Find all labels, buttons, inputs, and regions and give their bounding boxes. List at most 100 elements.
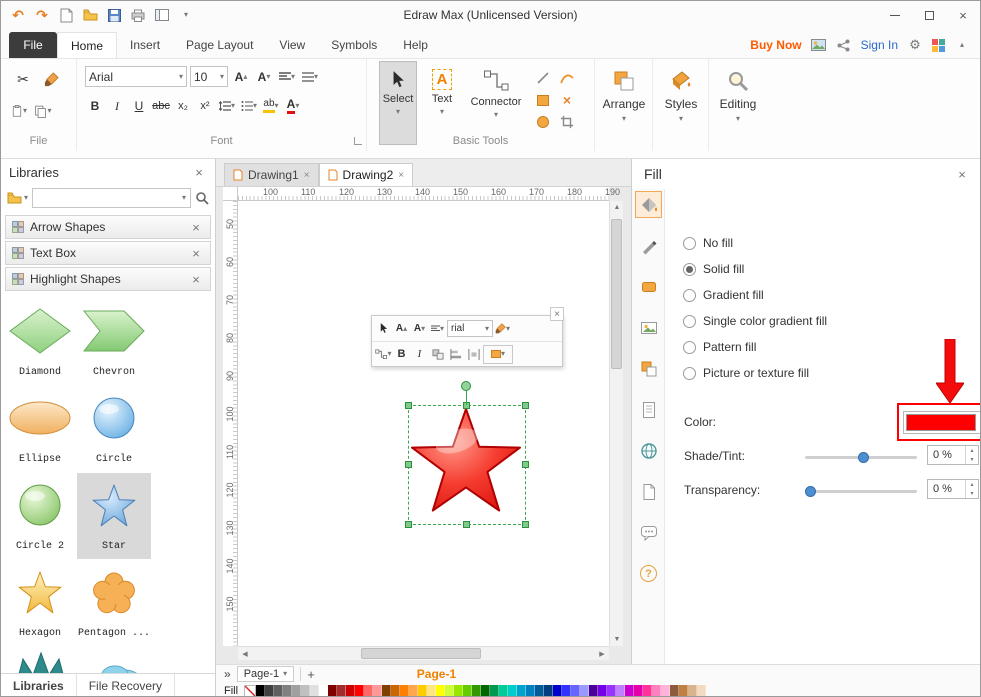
vertical-scroll-thumb[interactable] xyxy=(611,219,622,369)
palette-swatch[interactable] xyxy=(616,685,625,697)
palette-swatch[interactable] xyxy=(409,685,418,697)
print-icon[interactable] xyxy=(129,6,147,24)
shrink-font-button[interactable]: A▾ xyxy=(254,67,274,87)
fill-option[interactable]: No fill xyxy=(683,235,733,251)
palette-swatch[interactable] xyxy=(652,685,661,697)
library-shape-diamond[interactable]: Diamond xyxy=(3,299,77,385)
collapse-ribbon-icon[interactable]: ▴ xyxy=(954,37,970,53)
palette-swatch[interactable] xyxy=(625,685,634,697)
maximize-button[interactable] xyxy=(912,1,946,29)
palette-swatch[interactable] xyxy=(670,685,679,697)
palette-swatch[interactable] xyxy=(454,685,463,697)
grow-font-button[interactable]: A▴ xyxy=(231,67,251,87)
italic-button[interactable]: I xyxy=(107,96,127,116)
addons-icon[interactable] xyxy=(932,39,945,52)
gear-icon[interactable]: ⚙ xyxy=(907,37,923,53)
section-arrow-shapes[interactable]: Arrow Shapes × xyxy=(5,215,211,239)
tab-file[interactable]: File xyxy=(9,32,57,58)
palette-swatch[interactable] xyxy=(499,685,508,697)
fill-panel-close-icon[interactable]: × xyxy=(954,167,970,182)
library-shape-chevron[interactable]: Chevron xyxy=(77,299,151,385)
mini-align-shapes-icon[interactable] xyxy=(447,345,464,364)
palette-swatch[interactable] xyxy=(643,685,652,697)
palette-swatch[interactable] xyxy=(373,685,382,697)
mini-grow-font-button[interactable]: A▴ xyxy=(393,319,410,338)
mini-font-combo[interactable]: rial▾ xyxy=(447,320,493,337)
palette-swatch[interactable] xyxy=(535,685,544,697)
scroll-right-icon[interactable]: ▶ xyxy=(595,647,609,661)
palette-swatch[interactable] xyxy=(355,685,364,697)
spin-down-icon[interactable]: ▾ xyxy=(966,455,978,464)
strikethrough-button[interactable]: abc xyxy=(151,96,171,116)
palette-swatch[interactable] xyxy=(337,685,346,697)
section-highlight-shapes[interactable]: Highlight Shapes × xyxy=(5,267,211,291)
library-shape-star[interactable]: Star xyxy=(77,473,151,559)
minimize-button[interactable] xyxy=(878,1,912,29)
palette-swatch[interactable] xyxy=(364,685,373,697)
selection-handle[interactable] xyxy=(463,521,470,528)
add-page-button[interactable]: + xyxy=(307,667,315,682)
library-shape-ellipse[interactable]: Ellipse xyxy=(3,386,77,472)
ellipse-tool-icon[interactable] xyxy=(531,111,555,133)
page-nav-icon[interactable]: » xyxy=(224,667,231,681)
palette-swatch[interactable] xyxy=(265,685,274,697)
page-setup-icon[interactable] xyxy=(635,396,662,423)
library-folder-icon[interactable]: ▾ xyxy=(7,192,28,204)
panel-tab-libraries[interactable]: Libraries xyxy=(1,674,77,697)
vertical-scrollbar[interactable]: ▲ ▼ xyxy=(609,201,623,646)
mini-style-combo[interactable]: ▾ xyxy=(483,345,513,364)
panels-icon[interactable] xyxy=(153,6,171,24)
align-text-button[interactable]: ▾ xyxy=(277,67,297,87)
transparency-slider-thumb[interactable] xyxy=(805,486,816,497)
palette-swatch[interactable] xyxy=(463,685,472,697)
library-shape-circle[interactable]: Circle xyxy=(77,386,151,472)
palette-swatch[interactable] xyxy=(481,685,490,697)
line-style-icon[interactable] xyxy=(635,232,662,259)
text-spacing-button[interactable]: ▾ xyxy=(300,67,320,87)
horizontal-scroll-thumb[interactable] xyxy=(361,648,481,659)
selection-handle[interactable] xyxy=(405,461,412,468)
library-shape-circle-2[interactable]: Circle 2 xyxy=(3,473,77,559)
palette-swatch[interactable] xyxy=(589,685,598,697)
text-tool-button[interactable]: A Text▾ xyxy=(423,61,461,145)
palette-swatch[interactable] xyxy=(598,685,607,697)
palette-swatch[interactable] xyxy=(688,685,697,697)
no-color-swatch[interactable] xyxy=(244,685,256,697)
mini-align-button[interactable]: ▾ xyxy=(429,319,446,338)
palette-swatch[interactable] xyxy=(679,685,688,697)
scroll-up-icon[interactable]: ▲ xyxy=(610,201,624,214)
doc-tab-drawing2[interactable]: Drawing2 × xyxy=(319,163,414,186)
shade-slider-thumb[interactable] xyxy=(858,452,869,463)
connector-tool-button[interactable]: Connector▾ xyxy=(467,61,525,145)
palette-swatch[interactable] xyxy=(382,685,391,697)
select-tool-button[interactable]: Select▾ xyxy=(379,61,417,145)
palette-swatch[interactable] xyxy=(490,685,499,697)
format-tool-icon[interactable]: ✂ xyxy=(13,69,33,89)
selection-handle[interactable] xyxy=(522,402,529,409)
palette-swatch[interactable] xyxy=(526,685,535,697)
section-close-icon[interactable]: × xyxy=(188,272,204,287)
mini-format-painter-icon[interactable]: ▾ xyxy=(494,319,511,338)
mini-italic-button[interactable]: I xyxy=(411,345,428,364)
rotation-handle[interactable] xyxy=(461,381,471,391)
palette-swatch[interactable] xyxy=(346,685,355,697)
section-text-box[interactable]: Text Box × xyxy=(5,241,211,265)
styles-button[interactable]: Styles▾ xyxy=(655,59,707,143)
palette-swatch[interactable] xyxy=(319,685,328,697)
tab-help[interactable]: Help xyxy=(390,32,441,58)
palette-swatch[interactable] xyxy=(301,685,310,697)
paste-button[interactable]: ▾ xyxy=(9,101,29,121)
highlight-color-button[interactable]: ab ▾ xyxy=(261,96,281,116)
tab-page-layout[interactable]: Page Layout xyxy=(173,32,266,58)
tab-home[interactable]: Home xyxy=(57,32,117,58)
horizontal-scrollbar[interactable]: ◀ ▶ xyxy=(238,646,609,660)
mini-toolbar-close-icon[interactable]: × xyxy=(550,307,564,321)
selection-handle[interactable] xyxy=(522,461,529,468)
doc-tab-close-icon[interactable]: × xyxy=(304,170,310,181)
section-close-icon[interactable]: × xyxy=(188,220,204,235)
font-color-button[interactable]: A ▾ xyxy=(283,96,303,116)
selection-handle[interactable] xyxy=(405,402,412,409)
tab-view[interactable]: View xyxy=(266,32,318,58)
shape-style-icon[interactable] xyxy=(635,273,662,300)
shade-spinbox[interactable]: 0 % ▴▾ xyxy=(927,445,979,465)
